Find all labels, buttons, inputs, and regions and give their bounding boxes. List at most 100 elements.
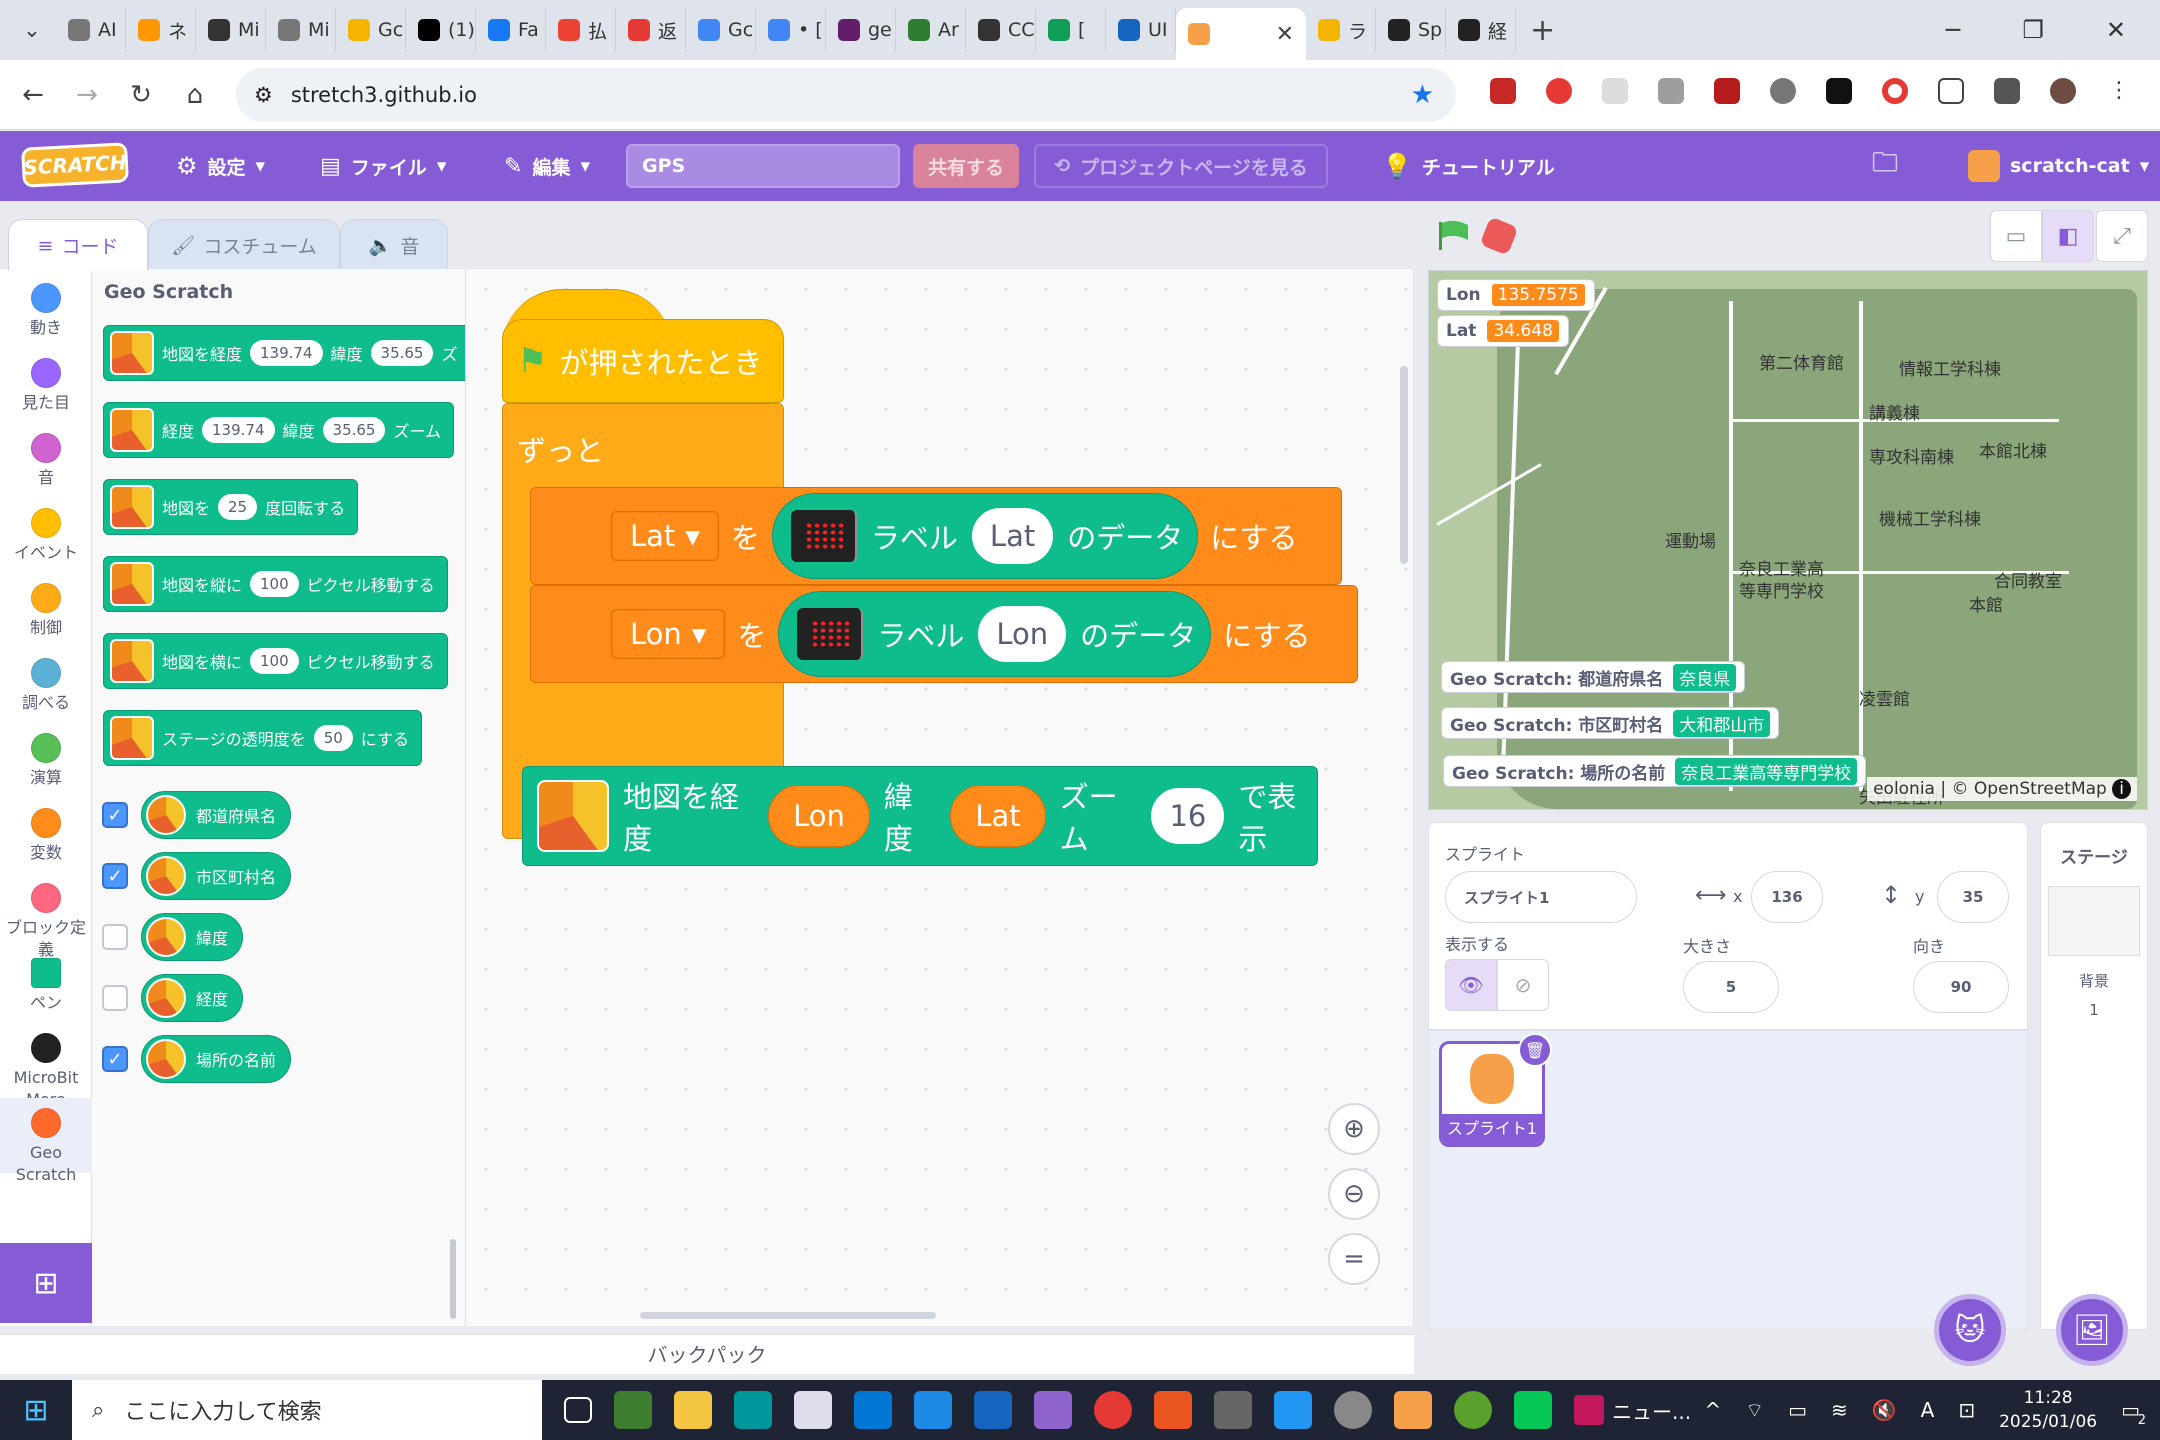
clock[interactable]: 11:28 2025/01/06 xyxy=(1999,1386,2097,1434)
bookmark-star-icon[interactable]: ★ xyxy=(1411,80,1434,110)
forward-icon[interactable]: → xyxy=(60,80,114,110)
category-8[interactable]: 変数 xyxy=(0,798,92,873)
label-key-input[interactable]: Lat xyxy=(971,508,1054,564)
account-menu[interactable]: scratch-cat ▾ xyxy=(1968,131,2149,201)
settings-menu[interactable]: ⚙ 設定 ▾ xyxy=(176,131,265,201)
omnibox[interactable]: ⚙ stretch3.github.io ★ xyxy=(236,68,1456,122)
direction-input[interactable]: 90 xyxy=(1913,961,2009,1013)
tab-code[interactable]: ≡ コード xyxy=(8,219,148,271)
monitor-checkbox[interactable]: ✓ xyxy=(102,1046,128,1072)
variable-dropdown[interactable]: Lon ▾ xyxy=(611,609,726,659)
zoom-out-icon[interactable]: ⊖ xyxy=(1328,1168,1380,1220)
browser-tab[interactable]: Gc xyxy=(336,8,406,52)
volume-icon[interactable]: 🔇 xyxy=(1872,1398,1897,1422)
block-input[interactable]: 25 xyxy=(218,494,258,520)
monitor-checkbox[interactable]: ✓ xyxy=(102,802,128,828)
monitor-checkbox[interactable] xyxy=(102,985,128,1011)
choose-backdrop-button[interactable]: 🖼 xyxy=(2056,1294,2128,1366)
extension-icon[interactable] xyxy=(1490,78,1516,104)
category-1[interactable]: 動き xyxy=(0,273,92,348)
ime-indicator[interactable]: A xyxy=(1921,1398,1935,1422)
palette-geo-block[interactable]: 地図を経度 139.74 緯度 35.65 ズ xyxy=(103,325,465,381)
browser-tab[interactable]: 経 xyxy=(1446,8,1516,52)
tab-search-icon[interactable]: ⌄ xyxy=(8,6,56,54)
app-icon[interactable] xyxy=(794,1391,832,1429)
notification-icon[interactable]: ▭ 2 xyxy=(2121,1398,2146,1428)
tutorials-button[interactable]: 💡 チュートリアル xyxy=(1382,131,1555,201)
category-3[interactable]: 音 xyxy=(0,423,92,498)
extension-icon[interactable] xyxy=(1658,78,1684,104)
windows-start-icon[interactable]: ⊞ xyxy=(0,1393,72,1428)
scratch-logo[interactable]: SCRATCH xyxy=(21,142,129,188)
arduino-icon[interactable] xyxy=(734,1391,772,1429)
file-menu[interactable]: ▤ ファイル ▾ xyxy=(320,131,446,201)
app-icon[interactable] xyxy=(1454,1391,1492,1429)
site-info-icon[interactable]: ⚙ xyxy=(254,83,273,107)
palette-geo-block[interactable]: 地図を縦に 100 ピクセル移動する xyxy=(103,556,448,612)
kebab-menu-icon[interactable]: ⋮ xyxy=(2106,78,2132,104)
task-view-icon[interactable] xyxy=(564,1397,592,1423)
category-12[interactable]: Geo Scratch xyxy=(0,1098,92,1184)
block-input[interactable]: 100 xyxy=(250,648,299,674)
back-icon[interactable]: ← xyxy=(6,80,60,110)
palette-geo-block[interactable]: ステージの透明度を 50 にする xyxy=(103,710,422,766)
category-6[interactable]: 調べる xyxy=(0,648,92,723)
hide-eye-icon[interactable]: ⊘ xyxy=(1497,959,1549,1011)
minimize-icon[interactable]: ─ xyxy=(1946,16,1960,44)
close-window-icon[interactable]: ✕ xyxy=(2106,16,2126,44)
tab-active[interactable]: ✕ xyxy=(1176,8,1306,60)
close-tab-icon[interactable]: ✕ xyxy=(1276,22,1294,47)
browser-tab[interactable]: CC xyxy=(966,8,1036,52)
puzzle-icon[interactable] xyxy=(1994,78,2020,104)
block-input[interactable]: 139.74 xyxy=(202,417,275,443)
extension-icon[interactable] xyxy=(1714,78,1740,104)
file-explorer-icon[interactable] xyxy=(674,1391,712,1429)
wifi-icon[interactable]: ≋ xyxy=(1831,1398,1848,1422)
green-flag-button[interactable] xyxy=(1436,220,1472,252)
block-input[interactable]: 35.65 xyxy=(322,417,386,443)
category-11[interactable]: MicroBit More xyxy=(0,1023,92,1109)
category-5[interactable]: 制御 xyxy=(0,573,92,648)
home-icon[interactable]: ⌂ xyxy=(168,80,222,110)
browser-tab[interactable]: (1) xyxy=(406,8,476,52)
palette-geo-block[interactable]: 地図を 25 度回転する xyxy=(103,479,359,535)
restore-icon[interactable]: ❐ xyxy=(2022,16,2044,44)
zoom-in-icon[interactable]: ⊕ xyxy=(1328,1103,1380,1155)
palette-geo-block[interactable]: 経度 139.74 緯度 35.65 ズーム xyxy=(103,402,455,458)
ime-mode-icon[interactable]: ⊡ xyxy=(1958,1398,1975,1422)
edit-menu[interactable]: ✎ 編集 ▾ xyxy=(504,131,590,201)
zoom-input[interactable]: 16 xyxy=(1151,788,1225,844)
monitor-checkbox[interactable] xyxy=(102,924,128,950)
monitor-place[interactable]: Geo Scratch: 場所の名前 奈良工業高等専門学校 xyxy=(1443,755,1867,787)
scratch-icon[interactable] xyxy=(1394,1391,1432,1429)
category-2[interactable]: 見た目 xyxy=(0,348,92,423)
size-input[interactable]: 5 xyxy=(1683,961,1779,1013)
label-key-input[interactable]: Lon xyxy=(978,606,1067,662)
category-10[interactable]: ペン xyxy=(0,948,92,1023)
palette-reporter[interactable]: 緯度 xyxy=(141,913,244,961)
browser-tab[interactable]: Mi xyxy=(266,8,336,52)
small-stage-icon[interactable]: ▭ xyxy=(1990,210,2042,262)
lon-variable-reporter[interactable]: Lon xyxy=(768,785,870,847)
add-extension-button[interactable]: ⊞ xyxy=(0,1243,92,1323)
stop-button[interactable] xyxy=(1479,216,1519,256)
browser-tab[interactable]: Gc xyxy=(686,8,756,52)
code-workspace[interactable]: ⚑ が押されたとき ずっと ↻ Lat▾ を ラベル Lat のデータ にする … xyxy=(466,269,1414,1326)
my-stuff-icon[interactable]: 🗀 xyxy=(1872,131,1898,201)
copilot-icon[interactable] xyxy=(1034,1391,1072,1429)
browser-tab[interactable]: UI xyxy=(1106,8,1176,52)
browser-tab[interactable]: AI xyxy=(56,8,126,52)
app-icon[interactable] xyxy=(914,1391,952,1429)
browser-tab[interactable]: 払 xyxy=(546,8,616,52)
project-title-input[interactable]: GPS xyxy=(626,144,900,188)
reload-icon[interactable]: ↻ xyxy=(114,80,168,110)
palette-reporter[interactable]: 都道府県名 xyxy=(141,791,292,839)
palette-reporter[interactable]: 場所の名前 xyxy=(141,1035,292,1083)
category-9[interactable]: ブロック定義 xyxy=(0,873,92,959)
browser-tab[interactable]: Mi xyxy=(196,8,266,52)
delete-sprite-icon[interactable]: 🗑 xyxy=(1518,1033,1552,1067)
lat-variable-reporter[interactable]: Lat xyxy=(950,785,1046,847)
y-input[interactable]: 35 xyxy=(1937,871,2009,923)
monitor-lon[interactable]: Lon 135.7575 xyxy=(1437,279,1595,311)
chrome-icon[interactable] xyxy=(1094,1391,1132,1429)
